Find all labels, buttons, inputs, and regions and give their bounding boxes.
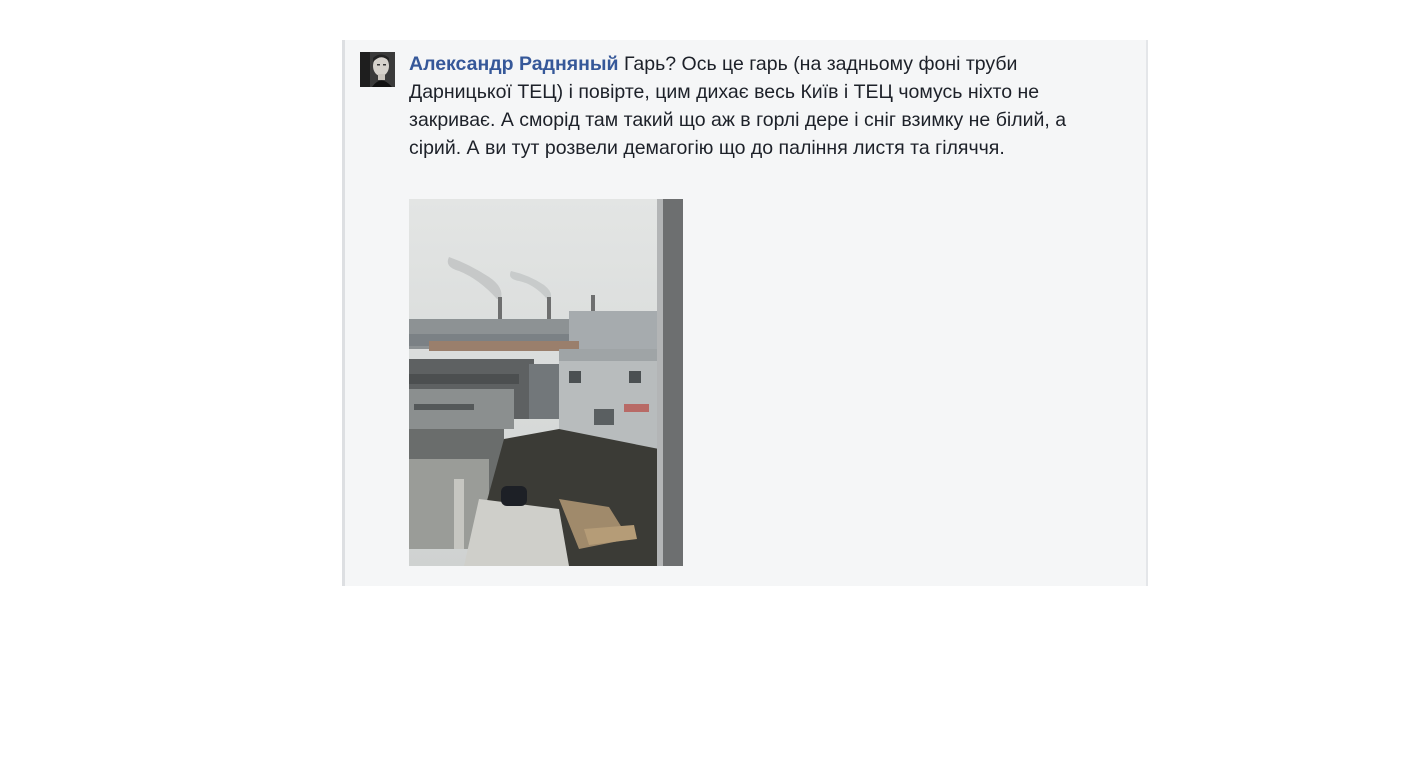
comment-author-link[interactable]: Александр Радняный [409,53,619,75]
comment-card: Александр Радняный Гарь? Ось це гарь (на… [342,40,1148,586]
power-plant-photo [409,199,683,566]
comment-photo-attachment[interactable] [409,199,683,566]
avatar-portrait-image [360,52,395,87]
comment-body: Александр Радняный Гарь? Ось це гарь (на… [409,50,1079,162]
author-avatar[interactable] [360,52,395,87]
